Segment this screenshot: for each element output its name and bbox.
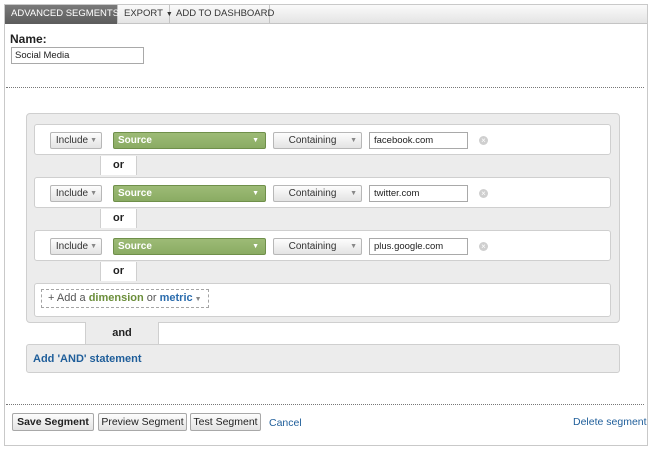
chevron-down-icon: ▼ [350, 137, 357, 144]
or-label: or [100, 156, 137, 175]
chevron-down-icon: ▼ [192, 296, 202, 303]
add-filter-prefix: + Add a [48, 292, 86, 304]
dimension-dropdown[interactable]: Source ▼ [113, 238, 266, 255]
include-dropdown[interactable]: Include ▼ [50, 185, 102, 202]
test-segment-button[interactable]: Test Segment [190, 413, 261, 431]
remove-circle-icon[interactable]: × [479, 136, 488, 145]
condition-row: Include ▼ Source ▼ Containing ▼ plus.google… [34, 230, 611, 261]
dimension-label: Source [118, 241, 152, 252]
add-and-statement-link[interactable]: Add 'AND' statement [33, 353, 142, 365]
segment-name-label: Name: [10, 32, 47, 46]
dimension-link[interactable]: dimension [89, 292, 144, 304]
operator-label: Containing [288, 135, 337, 146]
add-to-dashboard-button[interactable]: ADD TO DASHBOARD [170, 5, 274, 24]
chevron-down-icon: ▼ [350, 190, 357, 197]
metric-link[interactable]: metric [160, 292, 193, 304]
segment-name-input[interactable] [11, 47, 144, 64]
include-dropdown[interactable]: Include ▼ [50, 238, 102, 255]
export-label: EXPORT [124, 8, 163, 19]
chevron-down-icon: ▼ [252, 190, 259, 197]
save-segment-button[interactable]: Save Segment [12, 413, 94, 431]
toolbar: ADVANCED SEGMENTS ▼ EXPORT ▼ ADD TO DASHBO… [5, 5, 647, 24]
chevron-down-icon: ▼ [90, 137, 97, 144]
operator-label: Containing [288, 241, 337, 252]
include-label: Include [55, 135, 89, 146]
advanced-segments-label: ADVANCED SEGMENTS [11, 8, 120, 19]
dimension-dropdown[interactable]: Source ▼ [113, 185, 266, 202]
cancel-link[interactable]: Cancel [269, 417, 302, 429]
operator-label: Containing [288, 188, 337, 199]
delete-segment-link[interactable]: Delete segment [573, 416, 647, 428]
value-input[interactable]: plus.google.com [369, 238, 468, 255]
or-label: or [100, 209, 137, 228]
preview-segment-button[interactable]: Preview Segment [98, 413, 187, 431]
export-button[interactable]: EXPORT ▼ [118, 5, 173, 24]
chevron-down-icon: ▼ [252, 137, 259, 144]
add-to-dashboard-label: ADD TO DASHBOARD [176, 8, 275, 19]
add-dimension-or-metric-button[interactable]: + Add a dimension or metric ▼ [41, 289, 209, 308]
chevron-down-icon: ▼ [252, 243, 259, 250]
or-label: or [100, 262, 137, 281]
remove-circle-icon[interactable]: × [479, 189, 488, 198]
chevron-down-icon: ▼ [90, 243, 97, 250]
operator-dropdown[interactable]: Containing ▼ [273, 238, 362, 255]
advanced-segments-button[interactable]: ADVANCED SEGMENTS ▼ [5, 5, 129, 24]
and-label: and [85, 322, 159, 345]
divider [6, 87, 644, 88]
condition-row: Include ▼ Source ▼ Containing ▼ facebook.co… [34, 124, 611, 155]
dimension-label: Source [118, 188, 152, 199]
add-filter-or: or [146, 292, 157, 304]
remove-circle-icon[interactable]: × [479, 242, 488, 251]
include-label: Include [55, 188, 89, 199]
include-dropdown[interactable]: Include ▼ [50, 132, 102, 149]
operator-dropdown[interactable]: Containing ▼ [273, 185, 362, 202]
condition-row: Include ▼ Source ▼ Containing ▼ twitter.com… [34, 177, 611, 208]
chevron-down-icon: ▼ [90, 190, 97, 197]
operator-dropdown[interactable]: Containing ▼ [273, 132, 362, 149]
chevron-down-icon: ▼ [350, 243, 357, 250]
dimension-label: Source [118, 135, 152, 146]
include-label: Include [55, 241, 89, 252]
value-input[interactable]: facebook.com [369, 132, 468, 149]
value-input[interactable]: twitter.com [369, 185, 468, 202]
dimension-dropdown[interactable]: Source ▼ [113, 132, 266, 149]
divider [6, 404, 644, 405]
